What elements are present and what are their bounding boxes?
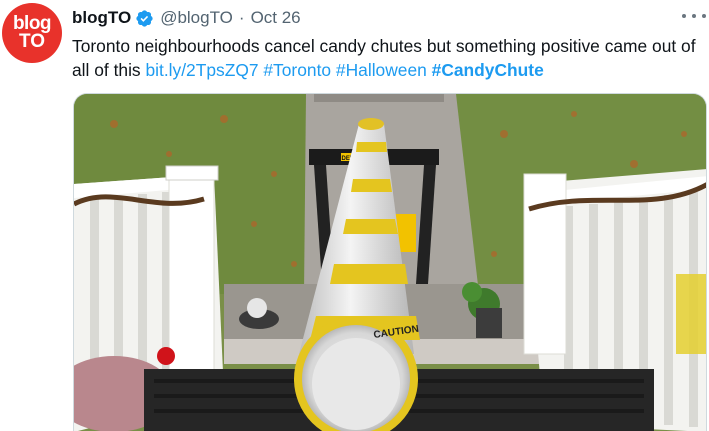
author-handle[interactable]: @blogTO xyxy=(160,8,233,28)
more-horizontal-icon[interactable] xyxy=(682,8,706,24)
tweet[interactable]: blog TO blogTO @blogTO · Oct 26 Toronto … xyxy=(0,0,709,431)
tweet-text: Toronto neighbourhoods cancel candy chut… xyxy=(72,34,702,82)
tweet-link[interactable]: bit.ly/2TpsZQ7 xyxy=(145,60,258,80)
hashtag-halloween[interactable]: #Halloween xyxy=(336,60,427,80)
author-name[interactable]: blogTO xyxy=(72,8,131,28)
tweet-timestamp[interactable]: Oct 26 xyxy=(251,8,301,28)
verified-badge-icon xyxy=(136,9,153,27)
separator-dot: · xyxy=(238,8,245,27)
tweet-header: blogTO @blogTO · Oct 26 xyxy=(72,6,301,30)
avatar-text-line2: TO xyxy=(18,31,46,52)
avatar[interactable]: blog TO xyxy=(2,3,62,63)
candy-chute-photo: DEWALT xyxy=(74,94,706,431)
tweet-media-photo[interactable]: DEWALT xyxy=(73,93,707,431)
hashtag-toronto[interactable]: #Toronto xyxy=(263,60,331,80)
hashtag-candychute[interactable]: #CandyChute xyxy=(432,60,544,80)
